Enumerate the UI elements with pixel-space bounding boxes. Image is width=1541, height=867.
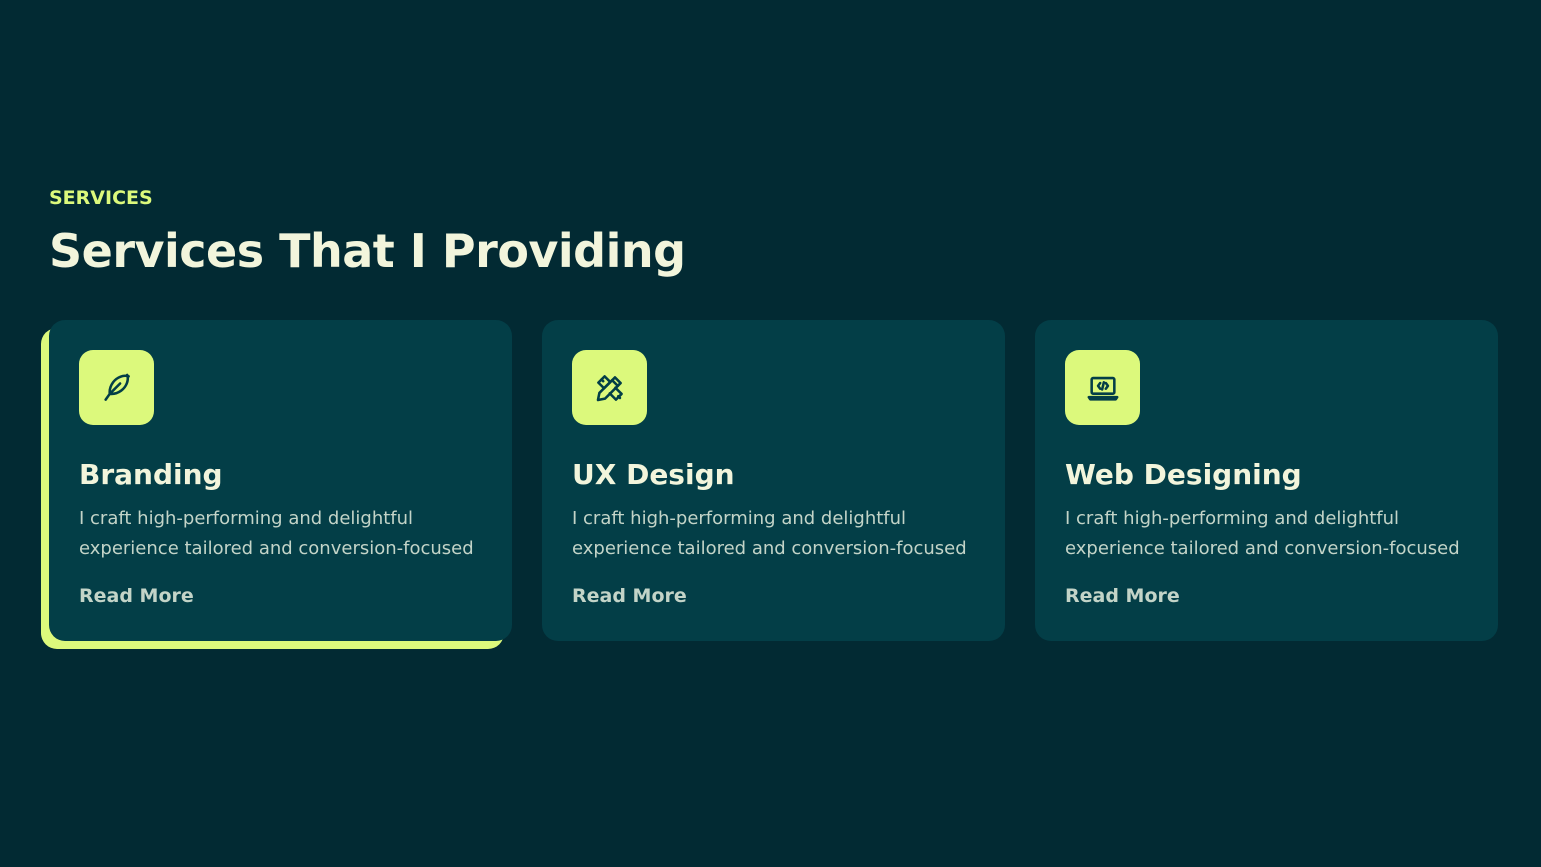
- service-title: Branding: [79, 458, 223, 491]
- service-cards: Branding I craft high-performing and del…: [49, 320, 1498, 641]
- service-card-branding[interactable]: Branding I craft high-performing and del…: [49, 320, 512, 641]
- service-card-ux-design[interactable]: UX Design I craft high-performing and de…: [542, 320, 1005, 641]
- services-section: SERVICES Services That I Providing Brand…: [49, 187, 1498, 641]
- laptop-code-icon: [1065, 350, 1140, 425]
- service-card-web-designing[interactable]: Web Designing I craft high-performing an…: [1035, 320, 1498, 641]
- read-more-link[interactable]: Read More: [1065, 584, 1180, 608]
- section-heading: Services That I Providing: [49, 224, 686, 278]
- section-eyebrow: SERVICES: [49, 187, 153, 209]
- service-title: UX Design: [572, 458, 735, 491]
- read-more-link[interactable]: Read More: [572, 584, 687, 608]
- read-more-link[interactable]: Read More: [79, 584, 194, 608]
- feather-icon: [79, 350, 154, 425]
- service-description: I craft high-performing and delightful e…: [79, 508, 474, 559]
- pencil-ruler-icon: [572, 350, 647, 425]
- service-title: Web Designing: [1065, 458, 1302, 491]
- service-description: I craft high-performing and delightful e…: [572, 508, 967, 559]
- service-description: I craft high-performing and delightful e…: [1065, 508, 1460, 559]
